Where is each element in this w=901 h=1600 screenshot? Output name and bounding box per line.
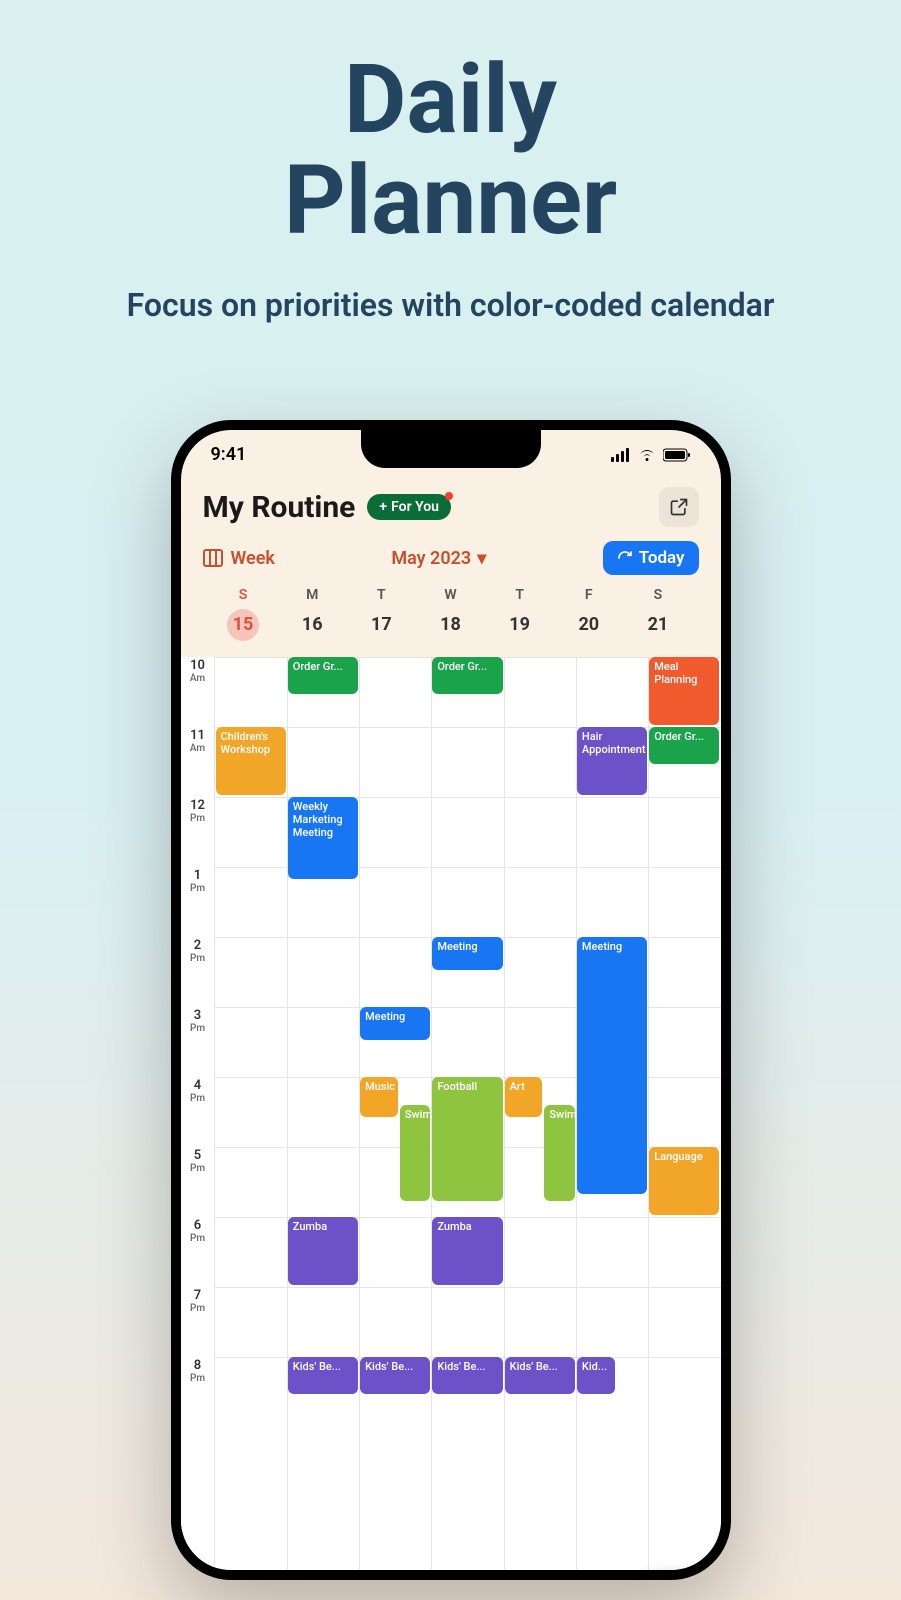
time-label: 4Pm (181, 1079, 215, 1104)
battery-icon (663, 448, 691, 462)
calendar-grid[interactable]: 10Am 11Am 12Pm 1Pm 2Pm 3Pm 4Pm 5Pm 6Pm 7Pm 8Pm Ord… (181, 657, 721, 1570)
time-label: 12Pm (181, 799, 215, 824)
day-number: 21 (642, 609, 674, 641)
calendar-event[interactable]: Order Gr... (288, 657, 358, 694)
day-number: 19 (504, 609, 536, 641)
today-label: Today (639, 548, 685, 568)
app-header: My Routine + For You Week May 2023 ▾ (181, 471, 721, 657)
for-you-button[interactable]: + For You (367, 494, 451, 520)
calendar-event[interactable]: Children's Workshop (216, 727, 286, 795)
grid-hline (215, 1287, 721, 1288)
calendar-event[interactable]: Meeting (577, 937, 647, 1194)
week-day-header: S 15 M 16 T 17 W 18 T 19 F 20 S 21 (203, 587, 699, 651)
time-label: 2Pm (181, 939, 215, 964)
calendar-event[interactable]: Kids' Be... (288, 1357, 358, 1394)
calendar-event[interactable]: Swim (400, 1105, 431, 1201)
day-of-week: F (554, 587, 623, 603)
day-header[interactable]: F 20 (554, 587, 623, 641)
day-header[interactable]: W 18 (416, 587, 485, 641)
day-number: 17 (365, 609, 397, 641)
day-of-week: S (623, 587, 692, 603)
day-of-week: T (485, 587, 554, 603)
signal-icon (611, 448, 631, 462)
calendar-event[interactable]: Football (432, 1077, 502, 1201)
page-title: My Routine (203, 490, 356, 525)
day-of-week: M (278, 587, 347, 603)
month-label: May 2023 (391, 548, 471, 569)
refresh-icon (617, 550, 633, 566)
view-label: Week (231, 548, 275, 569)
plus-icon: + (379, 499, 387, 515)
day-number: 16 (296, 609, 328, 641)
time-label: 6Pm (181, 1219, 215, 1244)
phone-frame: 9:41 My Routine + For You (171, 420, 731, 1580)
columns-icon (203, 549, 223, 567)
status-time: 9:41 (211, 444, 247, 465)
promo-subtitle: Focus on priorities with color-coded cal… (0, 286, 901, 324)
calendar-event[interactable]: Weekly Marketing Meeting (288, 797, 358, 879)
calendar-event[interactable]: Kids' Be... (432, 1357, 502, 1394)
share-button[interactable] (659, 487, 699, 527)
day-of-week: S (209, 587, 278, 603)
time-gutter: 10Am 11Am 12Pm 1Pm 2Pm 3Pm 4Pm 5Pm 6Pm 7Pm 8Pm (181, 657, 215, 1570)
calendar-event[interactable]: Meal Planning (649, 657, 719, 725)
phone-screen: 9:41 My Routine + For You (181, 430, 721, 1570)
day-number: 20 (573, 609, 605, 641)
calendar-event[interactable]: Art (505, 1077, 543, 1117)
grid-vline (359, 657, 360, 1570)
day-number: 15 (227, 609, 259, 641)
for-you-label: For You (391, 499, 439, 515)
grid-vline (648, 657, 649, 1570)
day-of-week: W (416, 587, 485, 603)
share-icon (669, 497, 689, 517)
month-selector[interactable]: May 2023 ▾ (391, 548, 486, 569)
calendar-event[interactable]: Kid... (577, 1357, 615, 1394)
calendar-event[interactable]: Meeting (360, 1007, 430, 1040)
calendar-event[interactable]: Order Gr... (432, 657, 502, 694)
calendar-event[interactable]: Meeting (432, 937, 502, 970)
time-label: 1Pm (181, 869, 215, 894)
promo-title: Daily Planner (0, 0, 901, 252)
day-of-week: T (347, 587, 416, 603)
today-button[interactable]: Today (603, 541, 699, 575)
chevron-down-icon: ▾ (477, 548, 486, 569)
day-header[interactable]: S 21 (623, 587, 692, 641)
day-number: 18 (434, 609, 466, 641)
calendar-event[interactable]: Zumba (288, 1217, 358, 1285)
grid-vline (287, 657, 288, 1570)
time-label: 8Pm (181, 1359, 215, 1384)
time-label: 7Pm (181, 1289, 215, 1314)
grid-area[interactable]: Order Gr...Order Gr...Meal PlanningChild… (215, 657, 721, 1570)
calendar-event[interactable]: Swim (544, 1105, 575, 1201)
calendar-event[interactable]: Kids' Be... (360, 1357, 430, 1394)
day-header[interactable]: M 16 (278, 587, 347, 641)
view-toggle-button[interactable]: Week (203, 548, 275, 569)
wifi-icon (637, 448, 657, 462)
day-header[interactable]: T 19 (485, 587, 554, 641)
calendar-event[interactable]: Music (360, 1077, 398, 1117)
calendar-event[interactable]: Order Gr... (649, 727, 719, 764)
time-label: 10Am (181, 659, 215, 684)
time-label: 3Pm (181, 1009, 215, 1034)
calendar-event[interactable]: Zumba (432, 1217, 502, 1285)
notch (361, 430, 541, 468)
calendar-event[interactable]: Hair Appointment (577, 727, 647, 795)
time-label: 5Pm (181, 1149, 215, 1174)
time-label: 11Am (181, 729, 215, 754)
day-header[interactable]: T 17 (347, 587, 416, 641)
day-header[interactable]: S 15 (209, 587, 278, 641)
calendar-event[interactable]: Kids' Be... (505, 1357, 575, 1394)
calendar-event[interactable]: Language (649, 1147, 719, 1215)
